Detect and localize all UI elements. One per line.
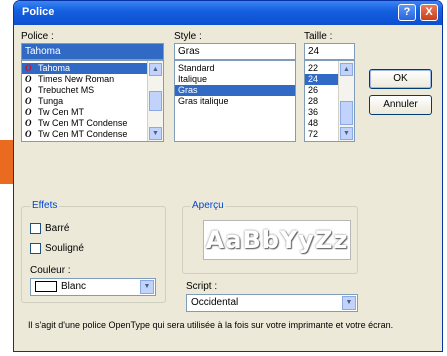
font-list-item[interactable]: O Tw Cen MT: [22, 107, 163, 118]
font-input[interactable]: Tahoma: [21, 43, 164, 60]
dialog-title: Police: [22, 6, 55, 18]
arrow-up-icon[interactable]: ▲: [149, 63, 162, 76]
preview-title: Aperçu: [190, 200, 226, 211]
font-list-item[interactable]: O Times New Roman: [22, 74, 163, 85]
font-list-scrollbar[interactable]: ▲ ▼: [147, 61, 163, 141]
font-list-item[interactable]: O Trebuchet MS: [22, 85, 163, 96]
chevron-down-icon[interactable]: ▼: [342, 296, 356, 310]
style-list-item[interactable]: Gras italique: [175, 96, 295, 107]
scroll-thumb[interactable]: [340, 101, 353, 125]
color-label: Couleur :: [30, 265, 71, 276]
arrow-up-icon[interactable]: ▲: [340, 63, 353, 76]
script-label: Script :: [186, 281, 218, 292]
script-value: Occidental: [191, 297, 239, 308]
style-list-item[interactable]: Standard: [175, 63, 295, 74]
script-combo[interactable]: Occidental ▼: [186, 294, 358, 312]
ok-button[interactable]: OK: [369, 69, 432, 89]
close-button[interactable]: X: [420, 4, 438, 21]
scroll-thumb[interactable]: [149, 91, 162, 111]
preview-sample: AaBbYyZz: [203, 220, 351, 260]
size-list-scrollbar[interactable]: ▲ ▼: [338, 61, 354, 141]
color-combo[interactable]: Blanc ▼: [30, 278, 156, 296]
cancel-button[interactable]: Annuler: [369, 95, 432, 115]
arrow-down-icon[interactable]: ▼: [340, 127, 353, 140]
font-list-item[interactable]: O Tunga: [22, 96, 163, 107]
opentype-icon: O: [25, 96, 32, 106]
size-list-item[interactable]: 24: [305, 74, 339, 85]
font-dialog: Police ? X Police : Tahoma O Tahoma O Time…: [13, 0, 443, 352]
side-tab-decoration: [0, 140, 14, 184]
opentype-icon: O: [25, 85, 32, 95]
underline-label: Souligné: [45, 243, 84, 254]
font-description: Il s'agit d'une police OpenType qui sera…: [28, 320, 394, 330]
style-input[interactable]: Gras: [174, 43, 296, 60]
style-list[interactable]: Standard Italique Gras Gras italique: [174, 60, 296, 142]
font-list-item[interactable]: O Tahoma: [22, 63, 163, 74]
strikeout-checkbox[interactable]: [30, 223, 41, 234]
opentype-icon: O: [25, 118, 32, 128]
font-label: Police :: [21, 31, 54, 42]
color-swatch: [35, 280, 57, 292]
effects-title: Effets: [30, 200, 60, 211]
title-bar[interactable]: Police ? X: [14, 1, 442, 25]
font-list[interactable]: O Tahoma O Times New Roman O Trebuchet MS O…: [21, 60, 164, 142]
opentype-icon: O: [25, 107, 32, 117]
size-input[interactable]: 24: [304, 43, 355, 60]
underline-checkbox[interactable]: [30, 243, 41, 254]
opentype-icon: O: [25, 74, 32, 84]
help-button[interactable]: ?: [398, 4, 416, 21]
size-list[interactable]: 22 24 26 28 36 48 72 ▲ ▼: [304, 60, 355, 142]
font-list-item[interactable]: O Tw Cen MT Condense: [22, 129, 163, 140]
color-value: Blanc: [61, 281, 87, 292]
font-list-item[interactable]: O Tw Cen MT Condense: [22, 118, 163, 129]
strikeout-label: Barré: [45, 223, 70, 234]
opentype-icon: O: [25, 63, 32, 73]
style-list-item[interactable]: Italique: [175, 74, 295, 85]
style-list-item[interactable]: Gras: [175, 85, 295, 96]
arrow-down-icon[interactable]: ▼: [149, 127, 162, 140]
style-label: Style :: [174, 31, 202, 42]
opentype-icon: O: [25, 129, 32, 139]
size-label: Taille :: [304, 31, 333, 42]
chevron-down-icon[interactable]: ▼: [140, 280, 154, 294]
